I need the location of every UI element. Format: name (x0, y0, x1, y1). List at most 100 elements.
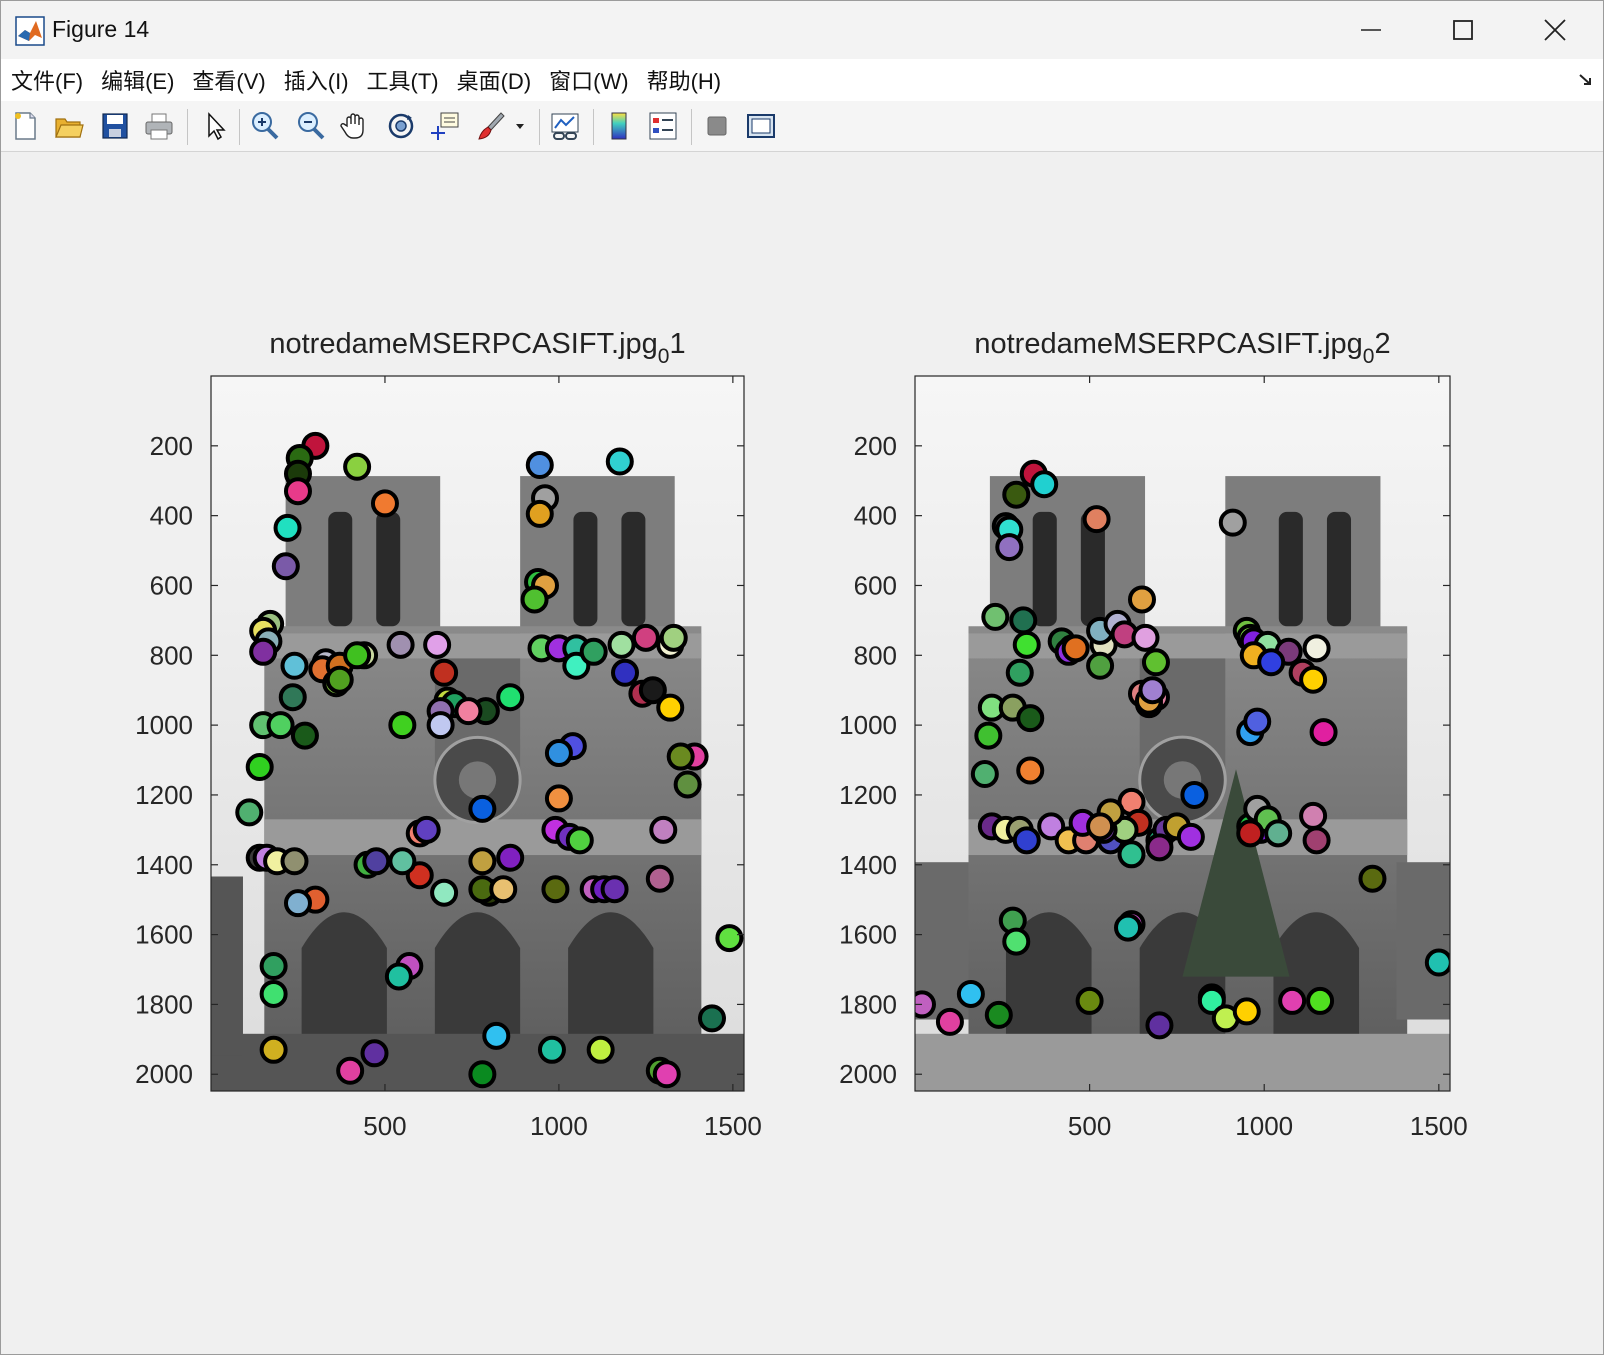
close-button[interactable] (1509, 1, 1601, 59)
keypoint-marker (1141, 648, 1170, 677)
hide-plot-tools-button[interactable] (699, 107, 735, 145)
zoom-in-icon (252, 112, 279, 140)
brush-button[interactable] (473, 107, 509, 145)
axes-title-subscript: 0 (658, 345, 670, 368)
keypoint-marker (1302, 634, 1331, 663)
keypoint-marker (652, 1060, 681, 1089)
select-pointer-icon (208, 112, 226, 141)
menu-insert[interactable]: 插入(I) (275, 64, 358, 96)
keypoint-marker (649, 815, 678, 844)
keypoint-marker (235, 798, 264, 827)
menu-desktop[interactable]: 桌面(D) (448, 64, 541, 96)
keypoint-marker (525, 499, 554, 528)
keypoint-marker (336, 1056, 365, 1085)
x-tick-label: 1500 (1410, 1111, 1468, 1141)
keypoint-marker (1257, 648, 1286, 677)
keypoint-marker (607, 630, 636, 659)
y-tick-label: 200 (150, 431, 193, 461)
title-bar[interactable]: Figure 14 (1, 1, 1603, 59)
axes-title-main: notredameMSERPCASIFT.jpg (974, 328, 1362, 360)
keypoint-marker (659, 623, 688, 652)
keypoint-marker (280, 847, 309, 876)
y-tick-label: 1600 (839, 920, 897, 950)
save-button[interactable] (97, 107, 133, 145)
menu-file[interactable]: 文件(F) (1, 64, 92, 96)
y-tick-label: 1400 (135, 850, 193, 880)
menu-tools[interactable]: 工具(T) (358, 64, 448, 96)
keypoint-marker (1358, 864, 1387, 893)
keypoint-marker (656, 693, 685, 722)
keypoint-marker (271, 552, 300, 581)
legend-button[interactable] (645, 107, 681, 145)
y-tick-label: 200 (854, 431, 897, 461)
keypoint-marker (541, 875, 570, 904)
x-tick-label: 500 (363, 1111, 406, 1141)
data-cursor-button[interactable] (427, 107, 463, 145)
keypoint-marker (1243, 707, 1272, 736)
print-button[interactable] (141, 107, 177, 145)
keypoint-marker (1232, 997, 1261, 1026)
toolbar-separator (593, 109, 594, 145)
menu-help[interactable]: 帮助(H) (638, 64, 731, 96)
brush-icon (478, 112, 505, 140)
open-file-button[interactable] (51, 107, 87, 145)
tower-window (573, 511, 598, 627)
minimize-icon (1361, 29, 1381, 31)
keypoint-marker (1127, 585, 1156, 614)
brush-dropdown-button[interactable] (511, 107, 529, 145)
link-plot-button[interactable] (547, 107, 583, 145)
keypoint-marker (343, 452, 372, 481)
keypoint-marker (388, 711, 417, 740)
y-tick-label: 1400 (839, 850, 897, 880)
axes-2[interactable]: 500 1000 1500 200 400 600 800 1000 1200 1400 1600 1… (839, 328, 1468, 1141)
maximize-icon (1453, 20, 1473, 40)
x-tick-label: 1000 (530, 1111, 588, 1141)
keypoint-marker (525, 451, 554, 480)
keypoint-marker (1278, 986, 1307, 1015)
keypoint-marker (386, 630, 415, 659)
dock-arrow-icon[interactable] (1577, 71, 1595, 89)
legend-icon (649, 112, 677, 140)
colorbar-button[interactable] (601, 107, 637, 145)
select-button[interactable] (197, 107, 233, 145)
minimize-button[interactable] (1325, 1, 1417, 59)
menu-window[interactable]: 窗口(W) (540, 64, 637, 96)
keypoint-marker (283, 889, 312, 918)
y-tick-label: 2000 (135, 1059, 193, 1089)
show-plot-tools-button[interactable] (743, 107, 779, 145)
link-plot-icon (551, 113, 579, 140)
pan-button[interactable] (337, 107, 373, 145)
y-tick-label: 400 (150, 501, 193, 531)
menu-edit[interactable]: 编辑(E) (92, 64, 183, 96)
keypoint-marker (370, 489, 399, 518)
y-tick-label: 1200 (135, 780, 193, 810)
zoom-out-icon (298, 112, 325, 140)
zoom-out-button[interactable] (293, 107, 329, 145)
menu-view[interactable]: 查看(V) (183, 64, 274, 96)
keypoint-marker (673, 770, 702, 799)
keypoint-marker (283, 477, 312, 506)
maximize-button[interactable] (1417, 1, 1509, 59)
keypoint-marker (360, 1039, 389, 1068)
zoom-in-button[interactable] (247, 107, 283, 145)
keypoint-marker (1012, 826, 1041, 855)
keypoint-marker (611, 658, 640, 687)
keypoint-marker (1117, 840, 1146, 869)
keypoint-marker (995, 533, 1024, 562)
keypoint-marker (1236, 819, 1265, 848)
keypoint-marker (426, 711, 455, 740)
new-figure-button[interactable] (7, 107, 43, 145)
keypoint-marker (544, 739, 573, 768)
keypoint-marker (605, 447, 634, 476)
new-figure-icon (15, 112, 36, 140)
rotate-button[interactable] (383, 107, 419, 145)
pan-hand-icon (340, 113, 364, 139)
keypoint-marker (1086, 651, 1115, 680)
keypoint-marker (388, 847, 417, 876)
keypoint-marker (537, 1035, 566, 1064)
save-icon (102, 113, 128, 139)
axes-1[interactable]: 500 1000 1500 200 400 600 800 1000 1200 1400 1600 1… (135, 328, 762, 1141)
keypoint-marker (412, 815, 441, 844)
keypoint-marker (1302, 826, 1331, 855)
axes-title: notredameMSERPCASIFT.jpg02 (974, 328, 1390, 368)
